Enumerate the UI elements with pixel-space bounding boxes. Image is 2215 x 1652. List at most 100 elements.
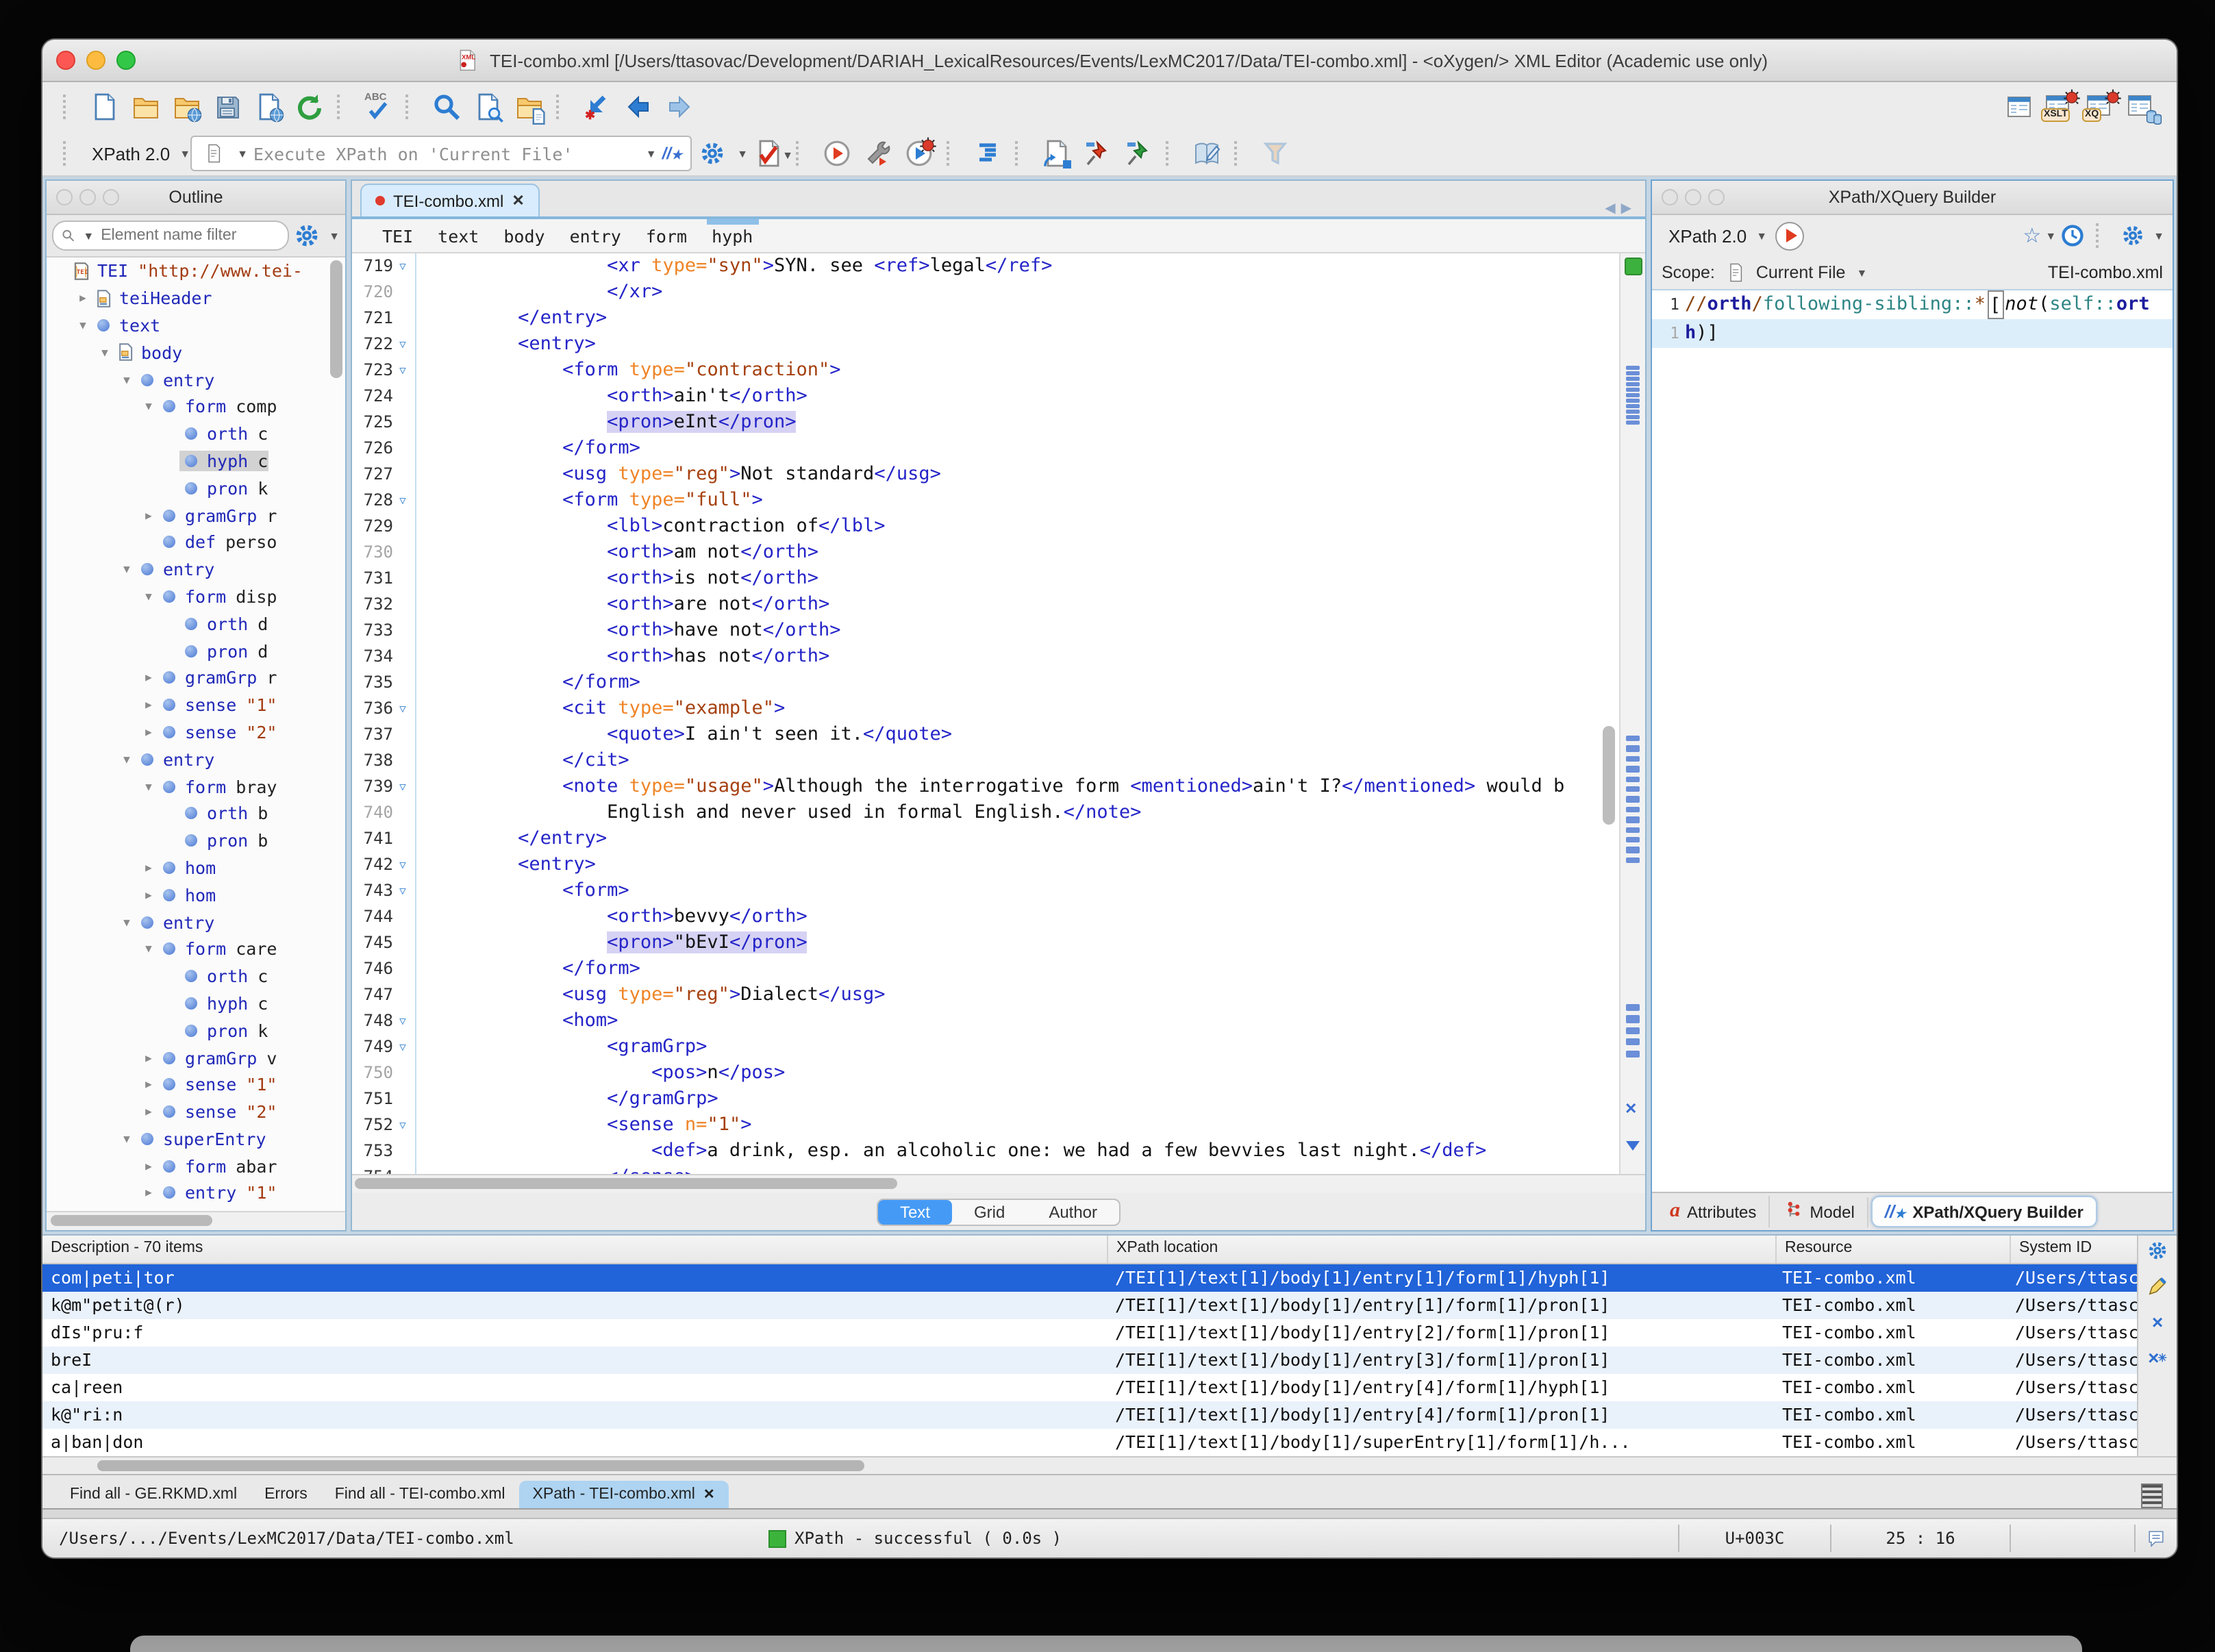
outline-item-form[interactable]: ▶formabar xyxy=(47,1153,345,1180)
code-line-754[interactable]: 754 </sense> xyxy=(352,1164,1619,1174)
view-tab-find-all-tei-combo-xml[interactable]: Find all - TEI-combo.xml xyxy=(321,1481,519,1508)
xpath-expression-editor[interactable]: 1//orth/following-sibling::*[not(self::o… xyxy=(1652,290,2173,1192)
outline-settings-gear-icon[interactable] xyxy=(293,222,321,249)
navigate-back-icon[interactable] xyxy=(622,90,655,123)
fold-toggle-icon[interactable]: ▽ xyxy=(393,253,412,279)
outline-item-sense[interactable]: ▶sense"1" xyxy=(47,692,345,719)
find-in-files-icon[interactable] xyxy=(471,90,504,123)
spell-check-icon[interactable]: ABC xyxy=(362,90,395,123)
highlight-marker-icon[interactable] xyxy=(1626,1027,1640,1034)
outline-item-entry[interactable]: ▼entry xyxy=(47,556,345,584)
builder-settings-gear-icon[interactable] xyxy=(2120,223,2145,248)
xpath-history-icon[interactable]: //★ xyxy=(662,144,683,163)
history-clock-icon[interactable] xyxy=(2060,223,2085,248)
outline-item-pron[interactable]: pronk xyxy=(47,475,345,502)
navigate-forward-icon[interactable] xyxy=(663,90,696,123)
code-line-722[interactable]: 722▽ <entry> xyxy=(352,331,1619,358)
code-line-745[interactable]: 745 <pron>"bEvI</pron> xyxy=(352,930,1619,956)
mode-button-text[interactable]: Text xyxy=(878,1199,952,1224)
outline-item-form[interactable]: ▼formcomp xyxy=(47,393,345,421)
fold-toggle-icon[interactable]: ▽ xyxy=(393,1034,412,1060)
code-line-730[interactable]: 730 <orth>am not</orth> xyxy=(352,540,1619,566)
outline-item-gramGrp[interactable]: ▶gramGrpv xyxy=(47,1044,345,1071)
code-line-728[interactable]: 728▽ <form type="full"> xyxy=(352,488,1619,514)
code-line-746[interactable]: 746 </form> xyxy=(352,956,1619,982)
highlight-marker-icon[interactable] xyxy=(1626,377,1640,381)
breadcrumb-item-entry[interactable]: entry xyxy=(570,225,621,246)
fold-toggle-icon[interactable]: ▽ xyxy=(393,1112,412,1138)
debug-scenario-icon[interactable] xyxy=(903,137,936,170)
tree-toggle-icon[interactable]: ▼ xyxy=(74,319,92,331)
tree-toggle-icon[interactable]: ▶ xyxy=(74,292,92,304)
tree-toggle-icon[interactable]: ▶ xyxy=(140,726,158,738)
code-line-749[interactable]: 749▽ <gramGrp> xyxy=(352,1034,1619,1060)
code-line-733[interactable]: 733 <orth>have not</orth> xyxy=(352,618,1619,644)
outline-item-pron[interactable]: pronb xyxy=(47,827,345,854)
next-marker-icon[interactable] xyxy=(1626,1141,1640,1151)
result-row[interactable]: k@"ri:n/TEI[1]/text[1]/body[1]/entry[4]/… xyxy=(42,1401,2138,1429)
outline-item-hom[interactable]: ▶hom xyxy=(47,881,345,909)
outline-item-sense[interactable]: ▶sense"2" xyxy=(47,718,345,746)
tree-toggle-icon[interactable]: ▶ xyxy=(140,1105,158,1118)
annotation-ruler[interactable]: ✕ xyxy=(1619,253,1645,1174)
code-line-729[interactable]: 729 <lbl>contraction of</lbl> xyxy=(352,514,1619,540)
xpath-code-line[interactable]: 1h)] xyxy=(1652,319,2173,348)
fold-toggle-icon[interactable]: ▽ xyxy=(393,358,412,384)
fold-toggle-icon[interactable]: ▽ xyxy=(393,696,412,722)
tree-toggle-icon[interactable]: ▶ xyxy=(140,1160,158,1172)
code-lines[interactable]: 719▽ <xr type="syn">SYN. see <ref>legal<… xyxy=(352,253,1619,1174)
outline-item-gramGrp[interactable]: ▶gramGrpr xyxy=(47,664,345,692)
highlight-marker-icon[interactable] xyxy=(1626,858,1640,864)
code-line-752[interactable]: 752▽ <sense n="1"> xyxy=(352,1112,1619,1138)
outline-item-superEntry[interactable]: ▼superEntry xyxy=(47,1125,345,1153)
favorites-star-icon[interactable]: ☆ xyxy=(2023,223,2041,248)
tree-toggle-icon[interactable]: ▼ xyxy=(118,373,136,386)
code-line-723[interactable]: 723▽ <form type="contraction"> xyxy=(352,358,1619,384)
highlight-marker-icon[interactable] xyxy=(1626,399,1640,403)
highlight-marker-icon[interactable] xyxy=(1626,371,1640,375)
find-resource-icon[interactable] xyxy=(512,90,545,123)
results-horizontal-scrollbar[interactable] xyxy=(42,1456,2177,1474)
code-line-734[interactable]: 734 <orth>has not</orth> xyxy=(352,644,1619,670)
element-filter-box[interactable]: ▼ xyxy=(52,221,289,251)
transform-document-icon[interactable] xyxy=(1040,137,1073,170)
previous-edit-location-icon[interactable]: ✱ xyxy=(581,90,614,123)
outline-item-entry[interactable]: ▼entry xyxy=(47,746,345,773)
outline-item-hom[interactable]: ▶hom xyxy=(47,854,345,881)
reload-icon[interactable] xyxy=(293,90,326,123)
highlight-marker-icon[interactable] xyxy=(1626,1050,1640,1057)
xpath-settings-gear-icon[interactable] xyxy=(696,137,729,170)
results-column-header[interactable]: XPath location xyxy=(1108,1236,1777,1263)
tree-toggle-icon[interactable]: ▶ xyxy=(140,509,158,521)
xpath-code-line[interactable]: 1//orth/following-sibling::*[not(self::o… xyxy=(1652,290,2173,319)
editor-vertical-scrollbar[interactable] xyxy=(1603,726,1615,825)
outline-item-hyph[interactable]: hyphc xyxy=(47,447,345,475)
highlight-marker-icon[interactable] xyxy=(1626,366,1640,370)
tab-scroll-arrows[interactable]: ◀▶ xyxy=(1605,201,1637,216)
format-indent-icon[interactable] xyxy=(971,137,1004,170)
run-scenario-icon[interactable] xyxy=(821,137,853,170)
builder-version-select[interactable]: XPath 2.0 xyxy=(1668,225,1747,246)
tree-toggle-icon[interactable]: ▼ xyxy=(118,563,136,575)
highlight-marker-icon[interactable] xyxy=(1626,837,1640,843)
code-editor[interactable]: 719▽ <xr type="syn">SYN. see <ref>legal<… xyxy=(352,253,1645,1174)
outline-vertical-scrollbar[interactable] xyxy=(330,260,342,378)
breadcrumb-item-body[interactable]: body xyxy=(503,225,545,246)
outline-item-text[interactable]: ▼text xyxy=(47,312,345,339)
mode-button-grid[interactable]: Grid xyxy=(952,1199,1027,1224)
highlight-marker-icon[interactable] xyxy=(1626,1004,1640,1011)
result-row[interactable]: k@m"petit@(r)/TEI[1]/text[1]/body[1]/ent… xyxy=(42,1292,2138,1319)
find-replace-icon[interactable] xyxy=(430,90,463,123)
fold-toggle-icon[interactable]: ▽ xyxy=(393,488,412,514)
outline-item-entry[interactable]: ▶entry"1" xyxy=(47,1179,345,1207)
outline-item-entry[interactable]: ▼entry xyxy=(47,366,345,393)
results-column-header[interactable]: Resource xyxy=(1777,1236,2011,1263)
close-tab-icon[interactable]: ✕ xyxy=(512,192,524,210)
close-tab-icon[interactable]: ✕ xyxy=(703,1487,715,1502)
outline-item-form[interactable]: ▼formbray xyxy=(47,773,345,800)
element-filter-input[interactable] xyxy=(98,226,279,245)
result-row[interactable]: ca|reen/TEI[1]/text[1]/body[1]/entry[4]/… xyxy=(42,1374,2138,1401)
open-remote-icon[interactable] xyxy=(170,90,203,123)
fold-toggle-icon[interactable]: ▽ xyxy=(393,1008,412,1034)
result-row[interactable]: a|ban|don/TEI[1]/text[1]/body[1]/superEn… xyxy=(42,1429,2138,1456)
